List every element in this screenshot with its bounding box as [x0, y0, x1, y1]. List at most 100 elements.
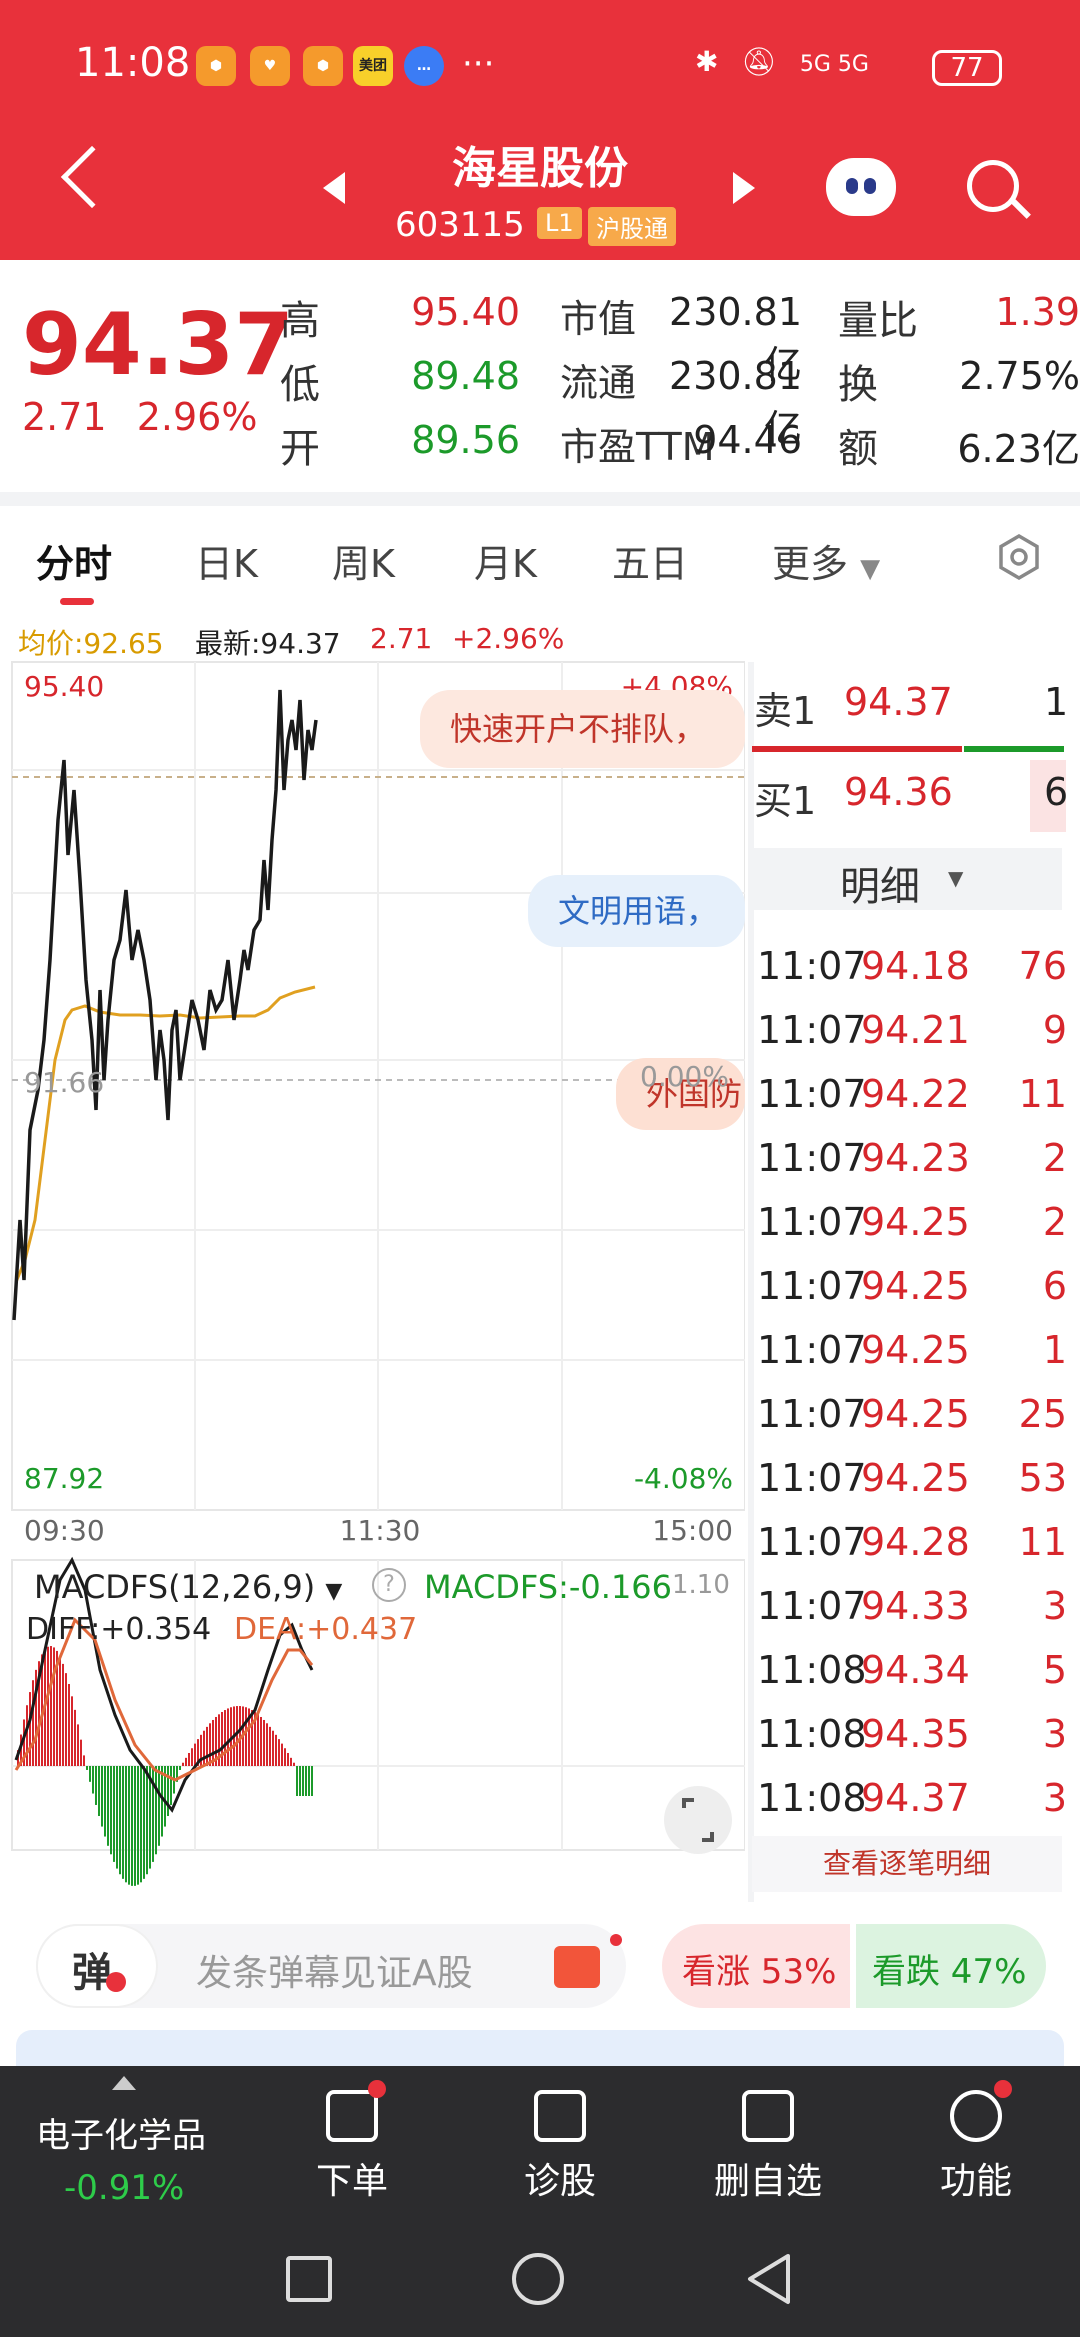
sell1-volume: 1	[1044, 680, 1069, 724]
macd-bar	[209, 1723, 211, 1766]
vote-down-button[interactable]: 看跌 47%	[856, 1924, 1046, 2008]
macd-bar	[245, 1707, 247, 1766]
chevron-up-icon[interactable]	[112, 2076, 136, 2090]
macd-value: MACDFS:-0.166	[424, 1568, 673, 1606]
expand-chart-icon[interactable]	[664, 1786, 732, 1854]
promo-civil-speech[interactable]: 文明用语，	[528, 875, 745, 947]
macd-bar	[221, 1711, 223, 1766]
detail-header[interactable]: 明细 ▼	[752, 848, 1062, 910]
tick-time: 11:07	[757, 1072, 867, 1116]
macd-bar	[260, 1716, 262, 1766]
macd-bar	[110, 1766, 112, 1855]
macd-bar	[305, 1766, 307, 1796]
macd-bar	[86, 1766, 88, 1770]
macd-bar	[158, 1766, 160, 1846]
intraday-chart[interactable]: 95.40 91.66 87.92 +4.08% -4.08% 09:30 11…	[0, 660, 745, 1900]
tick-volume: 25	[1018, 1392, 1067, 1436]
macd-bar	[161, 1766, 163, 1837]
functions-label: 功能	[939, 2161, 1012, 2202]
avg-price-label: 均价:92.65	[18, 627, 164, 660]
macd-bar	[284, 1748, 286, 1766]
tick-row: 11:07 94.25 53	[757, 1456, 1067, 1516]
tick-row: 11:07 94.18 76	[757, 944, 1067, 1004]
macd-bar	[140, 1766, 142, 1883]
ai-robot-icon[interactable]	[826, 158, 896, 216]
search-icon-handle	[1011, 199, 1031, 219]
x-label-close: 15:00	[652, 1514, 733, 1547]
tick-volume: 2	[1042, 1136, 1067, 1180]
back-nav-icon[interactable]	[744, 2252, 794, 2306]
help-icon[interactable]: ?	[372, 1568, 406, 1602]
tick-price: 94.25	[861, 1392, 970, 1436]
sector-name[interactable]: 电子化学品	[36, 2108, 206, 2157]
tick-row: 11:08 94.34 5	[757, 1648, 1067, 1708]
macd-bar	[80, 1739, 82, 1766]
news-banner[interactable]	[16, 2030, 1064, 2070]
macd-bar	[203, 1730, 205, 1766]
vote-up-button[interactable]: 看涨 53%	[662, 1924, 850, 2008]
app-notification-icon: ⬢	[196, 46, 236, 86]
tick-price: 94.18	[861, 944, 970, 988]
tab-five-day[interactable]: 五日	[612, 533, 688, 588]
high-label: 高	[280, 298, 320, 344]
diagnose-label: 诊股	[523, 2161, 596, 2202]
x-label-open: 09:30	[24, 1514, 105, 1547]
order-button[interactable]: 下单	[282, 2080, 422, 2204]
tick-time: 11:07	[757, 1520, 867, 1564]
macd-bar	[62, 1663, 64, 1766]
sell1-price: 94.37	[844, 680, 953, 724]
tab-monthly-k[interactable]: 月K	[474, 533, 537, 588]
tick-volume: 11	[1018, 1520, 1067, 1564]
settings-icon[interactable]	[995, 533, 1043, 581]
buy1-label: 买1	[754, 779, 817, 823]
macd-bar	[269, 1726, 271, 1766]
gift-icon[interactable]	[554, 1946, 600, 1988]
functions-button[interactable]: 功能	[906, 2080, 1046, 2204]
remove-watchlist-button[interactable]: 删自选	[698, 2090, 838, 2204]
promo-open-account[interactable]: 快速开户不排队，	[420, 690, 745, 768]
buy1-volume: 6	[1044, 770, 1069, 814]
active-tab-indicator	[60, 598, 94, 605]
chevron-down-icon: ▼	[860, 554, 881, 584]
status-time: 11:08	[75, 40, 191, 86]
macd-indicator-select[interactable]: MACDFS(12,26,9) ▼	[34, 1568, 342, 1606]
sector-change: -0.91%	[64, 2168, 185, 2208]
next-stock-icon[interactable]	[733, 172, 755, 204]
macd-bar	[107, 1766, 109, 1846]
high-value: 95.40	[411, 290, 520, 334]
recent-apps-icon[interactable]	[286, 2256, 332, 2302]
tab-daily-k[interactable]: 日K	[195, 533, 258, 588]
macd-bar	[263, 1719, 265, 1766]
macd-bar	[116, 1766, 118, 1869]
tick-time: 11:08	[757, 1648, 867, 1692]
danmu-toggle[interactable]: 弹	[36, 1924, 158, 2008]
sell1-label: 卖1	[754, 689, 817, 733]
tab-more[interactable]: 更多 ▼	[772, 533, 880, 588]
home-icon[interactable]	[512, 2253, 564, 2305]
tick-time: 11:08	[757, 1776, 867, 1820]
diagnose-button[interactable]: 诊股	[490, 2090, 630, 2204]
turnover-label: 换	[838, 362, 878, 408]
x-label-mid: 11:30	[340, 1514, 421, 1547]
tick-volume: 5	[1042, 1648, 1067, 1692]
view-tick-details-link[interactable]: 查看逐笔明细	[752, 1836, 1062, 1892]
macd-bar	[251, 1710, 253, 1766]
macd-bar	[137, 1766, 139, 1885]
tick-price: 94.25	[861, 1328, 970, 1372]
back-icon[interactable]	[60, 145, 124, 209]
tick-price: 94.37	[861, 1776, 970, 1820]
tab-weekly-k[interactable]: 周K	[332, 533, 395, 588]
macd-bar	[128, 1766, 130, 1885]
tick-time: 11:07	[757, 1392, 867, 1436]
macd-bar	[47, 1646, 49, 1766]
macd-bar	[194, 1743, 196, 1766]
macd-bar	[296, 1766, 298, 1796]
stock-code: 603115	[395, 205, 525, 245]
tick-volume: 3	[1042, 1776, 1067, 1820]
open-label: 开	[280, 426, 320, 472]
vote-down-label: 看跌 47%	[872, 1952, 1027, 1992]
tab-intraday[interactable]: 分时	[36, 533, 112, 588]
danmu-input-bar[interactable]: 弹 发条弹幕见证A股	[36, 1924, 626, 2008]
macd-bar	[59, 1656, 61, 1766]
tick-volume: 6	[1042, 1264, 1067, 1308]
